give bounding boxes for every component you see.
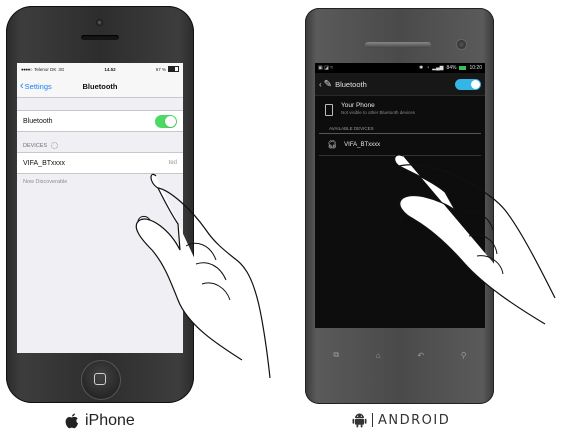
pointing-hand-illustration-left [135,173,271,379]
android-caption: ANDROID [352,412,450,428]
devices-section-header: DEVICES [17,132,183,152]
carrier-label: Telenor DK [34,66,57,72]
bluetooth-toggle-row: Bluetooth [17,110,183,132]
back-icon[interactable]: ↶ [417,351,424,360]
back-caret-icon[interactable]: ‹ [319,80,322,89]
battery-percent: 67 % [155,66,166,72]
wrench-icon: ✎ [323,78,333,90]
available-devices-header: AVAILABLE DEVICES [319,120,481,134]
spinner-icon [51,142,59,149]
earpiece-speaker [365,42,431,48]
front-camera [96,19,103,26]
your-phone-label: Your Phone [341,102,375,109]
devices-header-label: DEVICES [23,142,48,149]
status-time: 10:20 [469,65,482,71]
iphone-caption: iPhone [64,412,135,430]
phone-icon [325,104,333,116]
caption-divider [372,413,373,427]
your-phone-row[interactable]: Your Phone Not visible to other Bluetoot… [315,96,485,120]
visibility-note: Not visible to other Bluetooth devices [341,110,416,115]
settings-back-button[interactable]: ‹ Settings [17,79,52,92]
android-soft-keys: ⧉ ⌂ ↶ ⚲ [315,338,485,372]
chevron-left-icon: ‹ [20,79,24,92]
headphones-icon: 🎧︎ [327,140,338,149]
home-button[interactable] [81,360,121,400]
ios-navigation-bar: ‹ Settings Bluetooth [17,75,183,98]
front-camera [456,39,467,50]
iphone-label: iPhone [85,412,135,429]
bluetooth-label: Bluetooth [23,117,53,125]
android-status-bar: ▣ ◪ ≈ ✱ ◔ ▂▄▆ 84% 10:20 [315,63,485,73]
home-square-icon [94,373,106,385]
signal-icon: ▂▄▆ [432,65,444,71]
back-label: Settings [24,81,52,91]
wifi-icon: ◔ [426,65,430,71]
page-title: Bluetooth [335,79,367,89]
device-name: VIFA_BTxxxx [344,141,381,148]
android-label: ANDROID [378,412,451,428]
pointing-hand-illustration-right [394,154,556,325]
battery-percent: 84% [446,65,457,71]
home-icon[interactable]: ⌂ [376,351,381,360]
apple-logo-icon [65,413,78,429]
android-action-bar: ‹ ✎ Bluetooth [315,73,485,96]
status-time: 14.52 [104,66,116,72]
earpiece-speaker [81,35,119,40]
notification-icons: ▣ ◪ ≈ [318,65,333,71]
bluetooth-status-icon: ✱ [419,65,424,71]
bluetooth-toggle[interactable] [155,114,177,128]
search-icon[interactable]: ⚲ [461,351,467,360]
signal-dots-icon: ●●●●○ [21,66,33,72]
recent-apps-icon[interactable]: ⧉ [333,350,339,360]
ios-status-bar: ●●●●○ Telenor DK 3G 14.52 67 % [17,63,183,75]
android-robot-icon [352,413,367,428]
bluetooth-switch[interactable] [455,78,481,90]
battery-icon [459,66,467,70]
battery-icon [168,66,179,72]
